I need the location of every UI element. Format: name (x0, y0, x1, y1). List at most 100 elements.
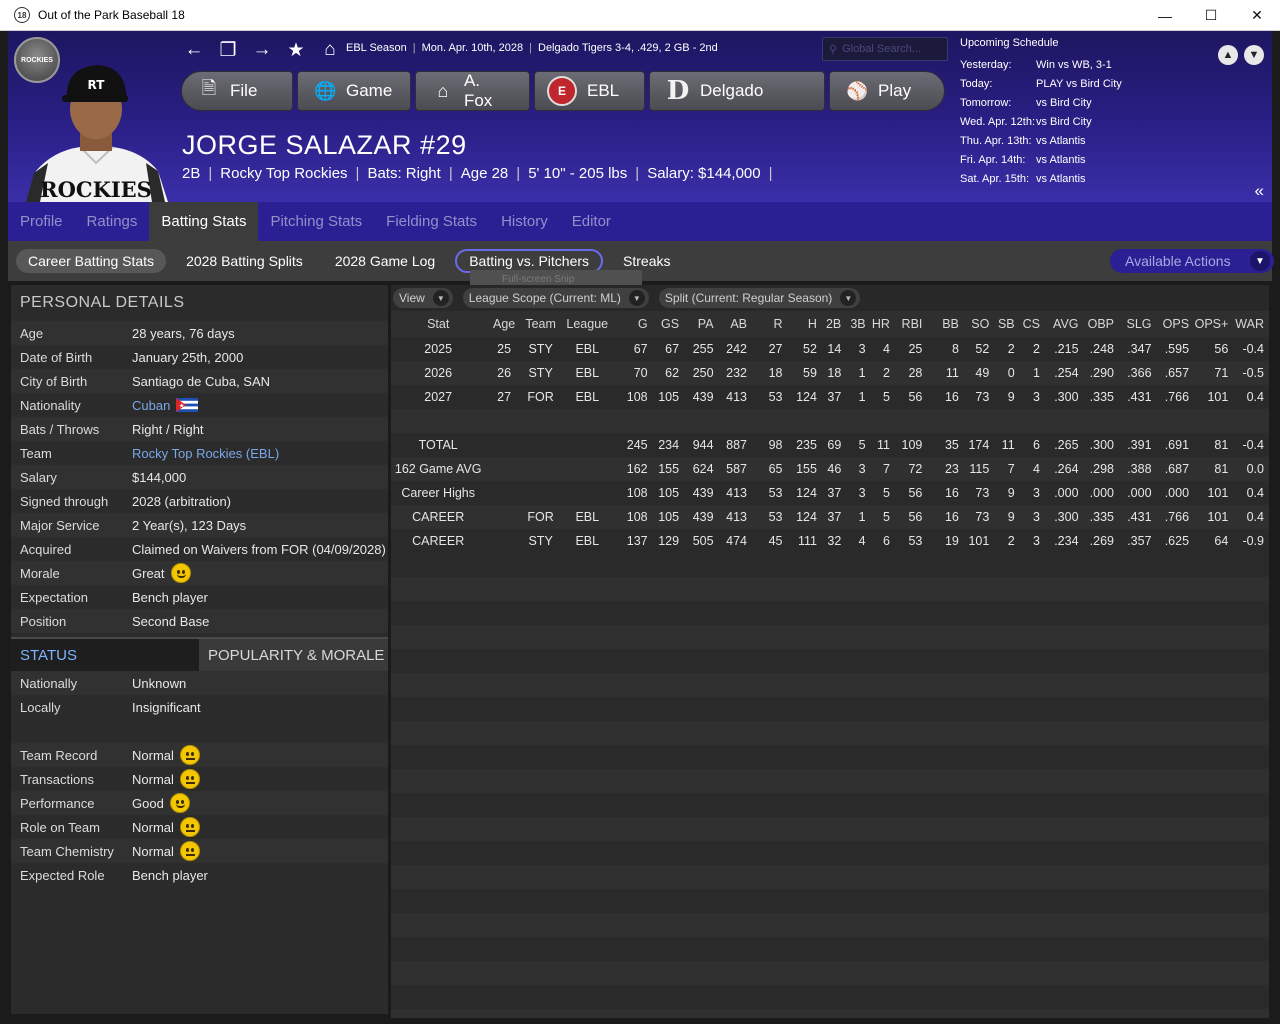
subtab-game-log[interactable]: 2028 Game Log (323, 249, 447, 273)
detail-row: Morale Great (11, 561, 388, 585)
table-cell: 105 (652, 481, 685, 505)
column-header[interactable]: Age (490, 311, 523, 337)
detail-row: Expectation Bench player (11, 585, 388, 609)
tab-profile[interactable]: Profile (8, 202, 75, 241)
table-cell (994, 409, 1020, 433)
table-cell (1083, 409, 1120, 433)
manager-menu-button[interactable]: ⌂ A. Fox (415, 71, 530, 111)
table-cell: .215 (1045, 337, 1084, 361)
star-icon[interactable]: ★ (286, 39, 306, 62)
tab-editor[interactable]: Editor (560, 202, 623, 241)
column-header[interactable]: Stat (391, 311, 491, 337)
tab-batting-stats[interactable]: Batting Stats (149, 202, 259, 241)
schedule-game[interactable]: vs Atlantis (1036, 173, 1086, 185)
schedule-game[interactable]: vs Atlantis (1036, 154, 1086, 166)
home-icon[interactable]: ⌂ (320, 39, 340, 61)
forward-arrow-icon[interactable]: → (252, 39, 272, 61)
column-header[interactable]: WAR (1233, 311, 1269, 337)
detail-value[interactable]: Rocky Top Rockies (EBL) (132, 446, 279, 461)
schedule-up-icon[interactable]: ▲ (1218, 45, 1238, 65)
table-cell: 2 (994, 529, 1020, 553)
neutral-face-icon (179, 817, 200, 837)
table-cell: 2025 (391, 337, 491, 361)
tab-popularity-morale[interactable]: POPULARITY & MORALE (199, 639, 388, 671)
table-cell: .388 (1119, 457, 1157, 481)
subtab-batting-splits[interactable]: 2028 Batting Splits (174, 249, 315, 273)
table-cell: 2 (870, 361, 895, 385)
column-header[interactable]: SLG (1119, 311, 1157, 337)
league-menu-button[interactable]: E EBL (534, 71, 645, 111)
tab-pitching-stats[interactable]: Pitching Stats (258, 202, 374, 241)
schedule-down-icon[interactable]: ▼ (1244, 45, 1264, 65)
table-cell: EBL (563, 505, 617, 529)
file-menu-button[interactable]: 🗎 File (181, 71, 293, 111)
column-header[interactable]: 3B (846, 311, 871, 337)
column-header[interactable]: OBP (1083, 311, 1120, 337)
split-dropdown[interactable]: Split (Current: Regular Season) ▼ (658, 288, 861, 308)
tab-ratings[interactable]: Ratings (75, 202, 150, 241)
detail-row: Team Record Normal (11, 743, 388, 767)
schedule-game[interactable]: PLAY vs Bird City (1036, 78, 1122, 90)
copy-icon[interactable]: ❐ (218, 39, 238, 62)
column-header[interactable]: RBI (894, 311, 928, 337)
schedule-game[interactable]: vs Atlantis (1036, 135, 1086, 147)
game-menu-button[interactable]: 🌐 Game (297, 71, 411, 111)
table-cell: 162 Game AVG (391, 457, 491, 481)
table-row: CAREER FOR EBL 108 105 439 413 53 124 37 1 5 56 16 73 9… (391, 505, 1269, 529)
back-arrow-icon[interactable]: ← (184, 39, 204, 61)
column-header[interactable]: AVG (1045, 311, 1084, 337)
column-header[interactable]: SB (994, 311, 1020, 337)
column-header[interactable]: AB (718, 311, 752, 337)
table-cell: 46 (821, 457, 847, 481)
column-header[interactable]: CS (1019, 311, 1045, 337)
table-cell (522, 409, 564, 433)
schedule-game[interactable]: Win vs WB, 3-1 (1036, 59, 1112, 71)
table-cell: 101 (1194, 481, 1234, 505)
column-header[interactable]: Team (522, 311, 564, 337)
team-menu-button[interactable]: D Delgado (649, 71, 825, 111)
schedule-game[interactable]: vs Bird City (1036, 116, 1092, 128)
global-search-input[interactable]: ⚲ Global Search... (822, 37, 948, 61)
available-actions-button[interactable]: Available Actions ▼ (1110, 249, 1274, 273)
column-header[interactable]: G (616, 311, 653, 337)
column-header[interactable]: PA (684, 311, 719, 337)
schedule-game[interactable]: vs Bird City (1036, 97, 1092, 109)
vertical-scrollbar[interactable] (1269, 285, 1277, 1014)
column-header[interactable]: 2B (821, 311, 847, 337)
schedule-row: Today: PLAY vs Bird City (952, 74, 1272, 93)
table-cell: .269 (1083, 529, 1120, 553)
column-header[interactable]: OPS (1156, 311, 1195, 337)
column-header[interactable]: SO (963, 311, 995, 337)
subtab-career-batting-stats[interactable]: Career Batting Stats (16, 249, 167, 273)
column-header[interactable]: H (787, 311, 822, 337)
collapse-icon[interactable]: « (1255, 181, 1264, 201)
detail-value: Bench player (132, 867, 208, 883)
tab-fielding-stats[interactable]: Fielding Stats (374, 202, 489, 241)
column-header[interactable]: BB (927, 311, 964, 337)
view-dropdown[interactable]: View ▼ (393, 288, 453, 308)
detail-value: 2 Year(s), 123 Days (132, 517, 247, 533)
schedule-row: Thu. Apr. 13th: vs Atlantis (952, 131, 1272, 150)
close-button[interactable]: ✕ (1234, 0, 1280, 31)
column-header[interactable]: League (563, 311, 617, 337)
play-menu-button[interactable]: ⚾ Play (829, 71, 945, 111)
tab-history[interactable]: History (489, 202, 560, 241)
tab-status[interactable]: STATUS (11, 639, 199, 671)
column-header[interactable]: HR (870, 311, 895, 337)
column-header[interactable]: R (752, 311, 788, 337)
detail-value[interactable]: Cuban ★ (132, 398, 199, 413)
player-tabs: Profile Ratings Batting Stats Pitching Stat… (8, 202, 1272, 241)
maximize-button[interactable]: ☐ (1188, 0, 1234, 31)
column-header[interactable]: OPS+ (1194, 311, 1234, 337)
detail-label: Position (20, 613, 67, 629)
table-cell (616, 409, 653, 433)
table-cell (522, 457, 564, 481)
league-scope-dropdown[interactable]: League Scope (Current: ML) ▼ (462, 288, 649, 308)
svg-text:★: ★ (179, 403, 184, 410)
table-cell: 18 (821, 361, 847, 385)
table-cell: 162 (616, 457, 653, 481)
table-cell (1045, 409, 1084, 433)
column-header[interactable]: GS (652, 311, 685, 337)
table-cell: 6 (1019, 433, 1045, 457)
minimize-button[interactable]: — (1142, 0, 1188, 31)
